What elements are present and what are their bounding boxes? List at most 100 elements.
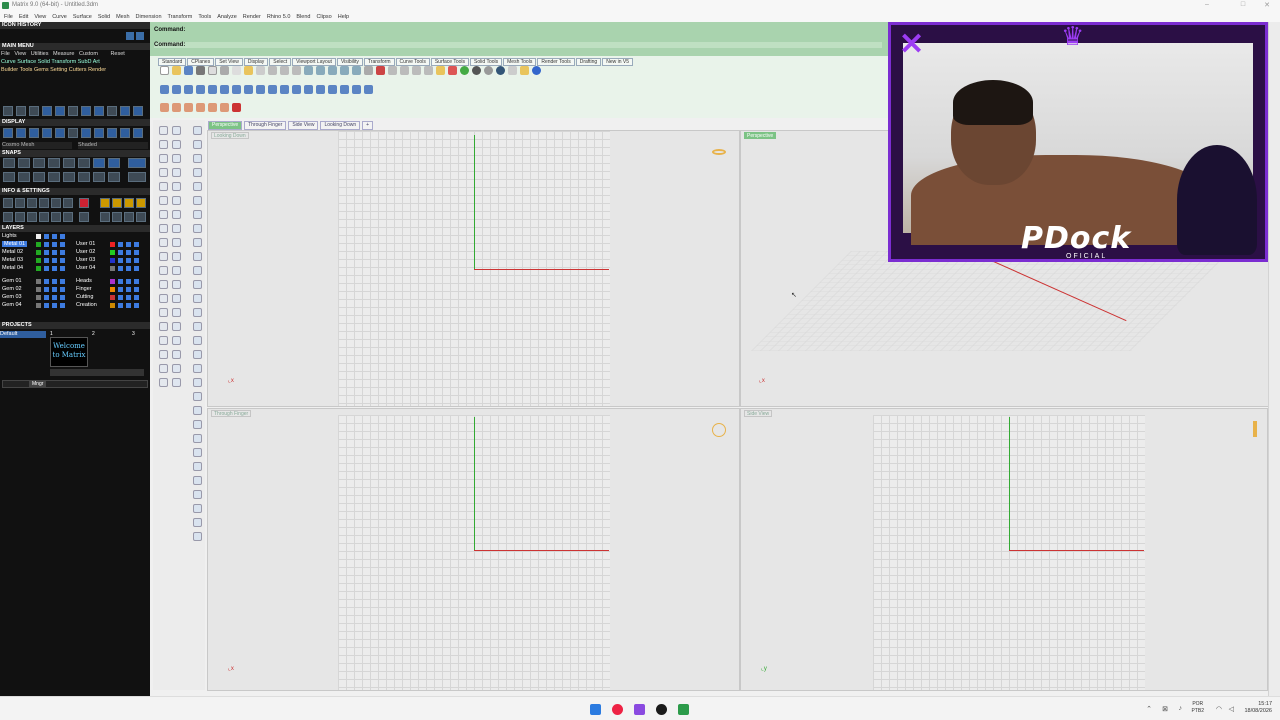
tool-button[interactable]: [193, 266, 202, 275]
tool-button[interactable]: [193, 252, 202, 261]
tool-button[interactable]: [159, 280, 168, 289]
project-toolbar[interactable]: [50, 369, 144, 376]
mic-icon[interactable]: ♪: [1179, 705, 1183, 712]
tool-button[interactable]: [159, 126, 168, 135]
viewport-looking-down[interactable]: Looking Down ⌞x: [207, 130, 740, 407]
display-icons[interactable]: [0, 127, 150, 141]
matrix-app-icon[interactable]: [678, 704, 689, 715]
viewport-label[interactable]: Through Finger: [211, 410, 252, 417]
app-icon[interactable]: [634, 704, 645, 715]
chevron-up-icon[interactable]: ⌃: [1146, 705, 1152, 713]
tool-button[interactable]: [172, 322, 181, 331]
tool-button[interactable]: [159, 252, 168, 261]
tool-button[interactable]: [172, 252, 181, 261]
display-mode2-select[interactable]: Shaded: [78, 142, 148, 149]
tool-button[interactable]: [193, 406, 202, 415]
gem-row-4[interactable]: Gem 04 Creation: [0, 302, 150, 309]
main-menu-row-1[interactable]: File View Utilities Measure Custom Reset: [1, 51, 125, 58]
gem-row-3[interactable]: Gem 03 Cutting: [0, 294, 150, 301]
tab-transform[interactable]: Transform: [363, 58, 395, 66]
network-icon[interactable]: ⊠: [1162, 705, 1168, 713]
snaps-icons[interactable]: [0, 158, 150, 186]
tool-button[interactable]: [193, 364, 202, 373]
tab-standard[interactable]: Standard: [158, 58, 187, 66]
tool-button[interactable]: [193, 322, 202, 331]
tool-button[interactable]: [172, 126, 181, 135]
tool-button[interactable]: [159, 266, 168, 275]
tool-button[interactable]: [159, 322, 168, 331]
tab-set-view[interactable]: Set View: [215, 58, 243, 66]
vptab-add[interactable]: +: [362, 121, 374, 130]
viewport-label[interactable]: Side View: [744, 410, 773, 417]
tab-viewport-layout[interactable]: Viewport Layout: [292, 58, 336, 66]
tool-button[interactable]: [159, 336, 168, 345]
tool-button[interactable]: [193, 280, 202, 289]
close-icon[interactable]: ✕: [1256, 1, 1278, 11]
tool-button[interactable]: [172, 210, 181, 219]
tool-button[interactable]: [159, 140, 168, 149]
tool-button[interactable]: [193, 350, 202, 359]
tool-button[interactable]: [159, 154, 168, 163]
third-toolbar[interactable]: [160, 103, 244, 115]
vptab-perspective[interactable]: Perspective: [208, 121, 243, 130]
menu-curve[interactable]: Curve: [52, 12, 67, 22]
main-menu-row-2[interactable]: Curve Surface Solid Transform SubD Art: [1, 59, 100, 66]
tool-button[interactable]: [159, 238, 168, 247]
layer-row-4[interactable]: Metal 04 User 04: [0, 265, 150, 272]
app-icon[interactable]: [656, 704, 667, 715]
tool-button[interactable]: [193, 518, 202, 527]
tab-render-tools[interactable]: Render Tools: [537, 58, 575, 66]
display-mode-select[interactable]: Cosmo Mesh: [2, 142, 72, 149]
tool-button[interactable]: [193, 490, 202, 499]
tool-button[interactable]: [172, 266, 181, 275]
viewport-through-finger[interactable]: Through Finger ⌞x: [207, 408, 740, 691]
menu-rhino[interactable]: Rhino 5.0: [267, 12, 291, 22]
tool-button[interactable]: [193, 210, 202, 219]
tool-button[interactable]: [193, 532, 202, 541]
right-scroll-strip[interactable]: [1268, 22, 1280, 696]
layer-row-2[interactable]: Metal 02 User 02: [0, 249, 150, 256]
minimize-icon[interactable]: –: [1196, 1, 1218, 11]
tab-select[interactable]: Select: [269, 58, 292, 66]
tool-button[interactable]: [159, 294, 168, 303]
menu-edit[interactable]: Edit: [19, 12, 28, 22]
tool-button[interactable]: [193, 504, 202, 513]
tool-button[interactable]: [193, 126, 202, 135]
tool-button[interactable]: [172, 308, 181, 317]
project-controls[interactable]: Mngr: [2, 380, 148, 388]
menu-tools[interactable]: Tools: [198, 12, 211, 22]
gem-row-2[interactable]: Gem 02 Finger: [0, 286, 150, 293]
layer-row-1[interactable]: Metal 01 User 01: [0, 241, 150, 248]
gem-row-1[interactable]: Gem 01 Heads: [0, 278, 150, 285]
project-default[interactable]: Default: [0, 331, 46, 338]
tool-button[interactable]: [159, 196, 168, 205]
viewport-tabs[interactable]: Perspective Through Finger Side View Lookin…: [208, 121, 375, 130]
second-toolbar[interactable]: [160, 85, 376, 97]
tool-button[interactable]: [172, 224, 181, 233]
tab-new-in-v5[interactable]: New in V5: [602, 58, 634, 66]
menu-mesh[interactable]: Mesh: [116, 12, 129, 22]
info-icons[interactable]: [0, 196, 150, 226]
layer-row-3[interactable]: Metal 03 User 03: [0, 257, 150, 264]
chrome-icon[interactable]: [612, 704, 623, 715]
tab-mesh-tools[interactable]: Mesh Tools: [503, 58, 537, 66]
tool-button[interactable]: [193, 224, 202, 233]
menu-analyze[interactable]: Analyze: [217, 12, 237, 22]
tool-button[interactable]: [193, 140, 202, 149]
viewport-label[interactable]: Perspective: [744, 132, 777, 139]
viewport-side-view[interactable]: Side View ⌞y: [740, 408, 1268, 691]
vptab-side-view[interactable]: Side View: [288, 121, 319, 130]
maximize-icon[interactable]: □: [1232, 1, 1254, 11]
tab-surface-tools[interactable]: Surface Tools: [430, 58, 470, 66]
tool-button[interactable]: [193, 378, 202, 387]
windows-start-icon[interactable]: [590, 704, 601, 715]
tool-button[interactable]: [193, 154, 202, 163]
project-thumbnail[interactable]: Welcome to Matrix: [50, 337, 88, 367]
menu-transform[interactable]: Transform: [168, 12, 193, 22]
tool-button[interactable]: [159, 350, 168, 359]
tool-button[interactable]: [159, 308, 168, 317]
vptab-looking-down[interactable]: Looking Down: [320, 121, 361, 130]
layer-lights[interactable]: Lights: [0, 233, 150, 240]
clock[interactable]: 15:17 18/08/2026: [1244, 701, 1272, 715]
tool-button[interactable]: [159, 210, 168, 219]
